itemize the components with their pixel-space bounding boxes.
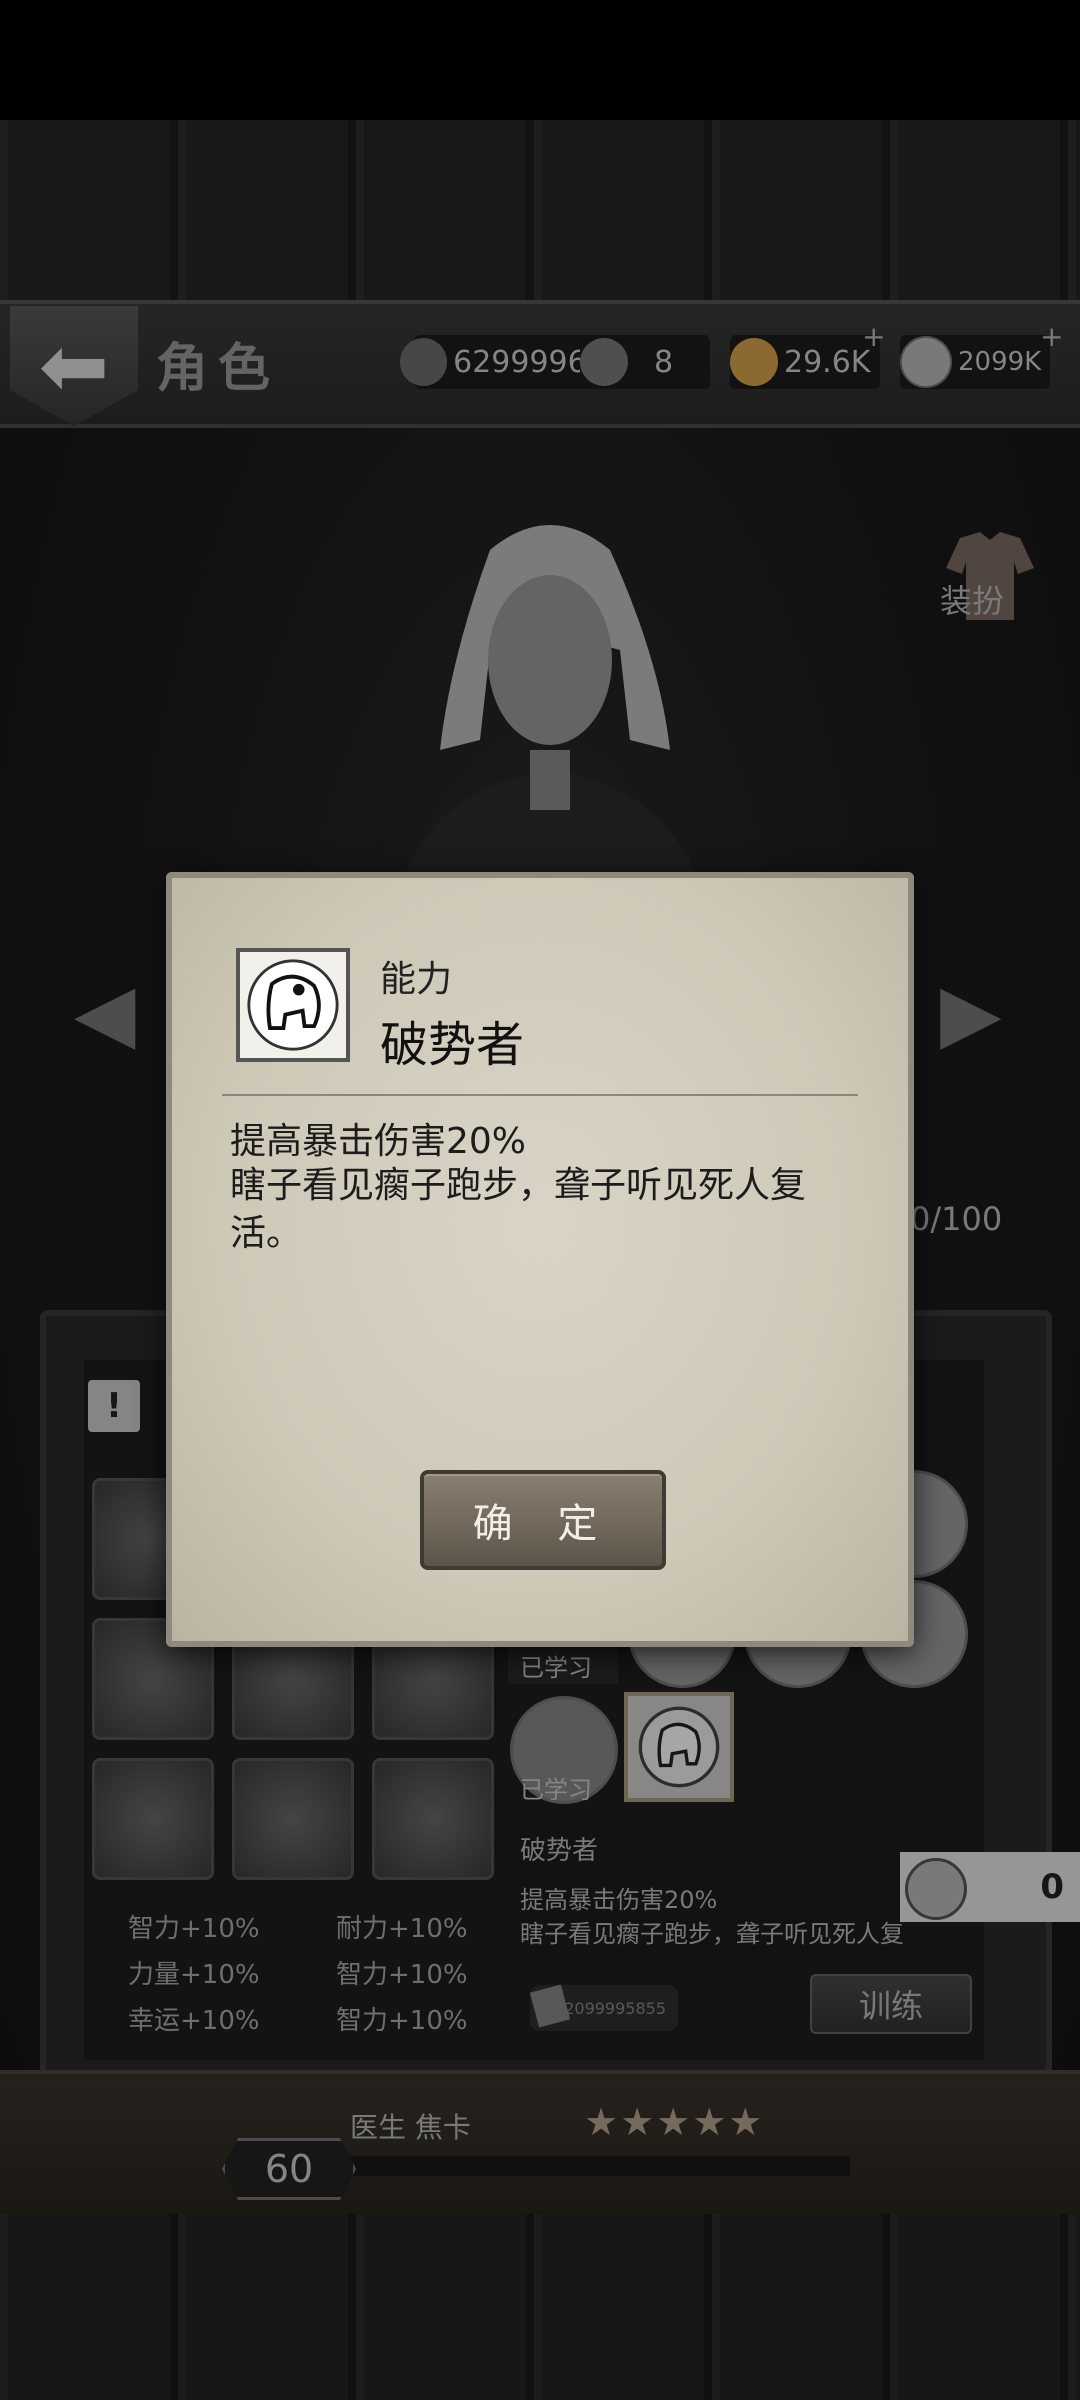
dialog-divider xyxy=(222,1094,858,1096)
dialog-flavor-text: 瞎子看见瘸子跑步，聋子听见死人复活。 xyxy=(230,1165,807,1254)
dialog-category: 能力 xyxy=(380,959,453,1000)
dialog-effect: 提高暴击伤害20% xyxy=(230,1121,527,1162)
dialog-skill-name: 破势者 xyxy=(380,1017,525,1073)
brute-figure-icon xyxy=(247,959,339,1051)
confirm-button[interactable]: 确 定 xyxy=(420,1470,666,1570)
dialog-skill-icon xyxy=(236,948,350,1062)
